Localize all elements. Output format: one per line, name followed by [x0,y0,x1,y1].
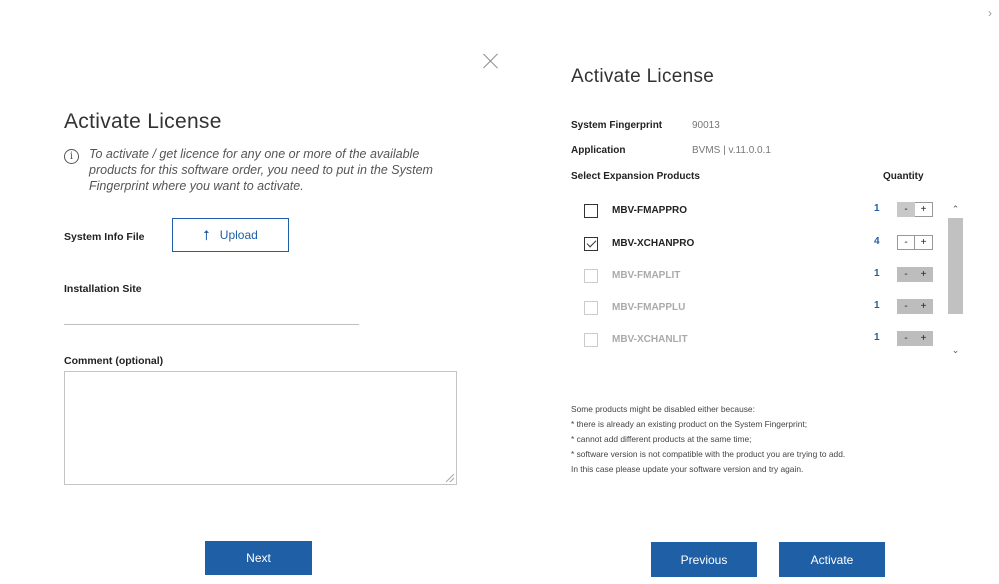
quantity-stepper: - + [897,235,933,250]
next-button[interactable]: Next [205,541,312,575]
product-name: MBV-FMAPPRO [612,205,687,216]
product-quantity: 4 [874,236,880,247]
disabled-products-note: Some products might be disabled either b… [571,402,961,477]
activate-button[interactable]: Activate [779,542,885,577]
scroll-up-icon[interactable]: ⌃ [947,203,964,215]
scrollbar-thumb[interactable] [948,218,963,314]
quantity-stepper: - + [897,299,933,314]
note-line: In this case please update your software… [571,463,804,474]
system-fingerprint-label: System Fingerprint [571,120,663,131]
product-name: MBV-XCHANPRO [612,238,695,249]
quantity-stepper: - + [897,202,933,217]
comment-label: Comment (optional) [64,355,164,367]
product-checkbox[interactable] [584,237,598,251]
quantity-stepper: - + [897,267,933,282]
list-item: MBV-FMAPPRO 1 - + [571,194,937,226]
product-checkbox [584,269,598,283]
system-fingerprint-value: 90013 [692,120,720,131]
decrement-button: - [897,331,915,346]
upload-button-label: Upload [219,228,258,242]
list-item: MBV-XCHANLIT 1 - + [571,323,937,355]
upload-button[interactable]: ⭡ Upload [172,218,289,252]
application-label: Application [571,145,626,156]
product-list: MBV-FMAPPRO 1 - + MBV-XCHANPRO 4 - + MBV… [571,194,966,362]
increment-button[interactable]: + [915,202,933,217]
note-line: * software version is not compatible wit… [571,448,846,459]
increment-button[interactable]: + [915,235,933,250]
note-line: * cannot add different products at the s… [571,433,752,444]
scroll-down-icon[interactable]: ⌄ [947,344,964,356]
product-checkbox [584,301,598,315]
product-quantity: 1 [874,300,880,311]
note-line: Some products might be disabled either b… [571,404,755,414]
decrement-button: - [897,267,915,282]
product-quantity: 1 [874,203,880,214]
info-icon: i [64,149,79,164]
increment-button: + [915,299,933,314]
left-page-title: Activate License [64,110,222,133]
decrement-button[interactable]: - [897,235,915,250]
upload-icon: ⭡ [203,227,210,243]
application-value: BVMS | v.11.0.0.1 [692,145,771,156]
decrement-button: - [897,299,915,314]
installation-site-label: Installation Site [64,283,142,295]
product-checkbox[interactable] [584,204,598,218]
info-message: i To activate / get licence for any one … [64,146,464,194]
comment-textarea[interactable] [64,371,457,485]
list-item: MBV-FMAPLIT 1 - + [571,259,937,291]
right-page-title: Activate License [571,66,715,87]
select-expansion-label: Select Expansion Products [571,171,700,182]
previous-button[interactable]: Previous [651,542,757,577]
increment-button: + [915,267,933,282]
list-item: MBV-XCHANPRO 4 - + [571,227,937,259]
product-name: MBV-FMAPPLU [612,302,686,313]
list-item: MBV-FMAPPLU 1 - + [571,291,937,323]
product-quantity: 1 [874,332,880,343]
close-icon[interactable] [483,53,499,69]
product-quantity: 1 [874,268,880,279]
note-line: * there is already an existing product o… [571,418,808,429]
chevron-right-icon[interactable]: › [988,7,998,19]
product-name: MBV-XCHANLIT [612,334,688,345]
decrement-button[interactable]: - [897,202,915,217]
quantity-stepper: - + [897,331,933,346]
quantity-header: Quantity [883,171,924,182]
resize-grip-icon[interactable] [446,474,454,482]
info-text: To activate / get licence for any one or… [89,147,433,193]
system-info-file-label: System Info File [64,231,145,243]
installation-site-input[interactable] [64,300,359,324]
product-checkbox [584,333,598,347]
installation-site-underline [64,324,359,325]
increment-button: + [915,331,933,346]
product-name: MBV-FMAPLIT [612,270,681,281]
